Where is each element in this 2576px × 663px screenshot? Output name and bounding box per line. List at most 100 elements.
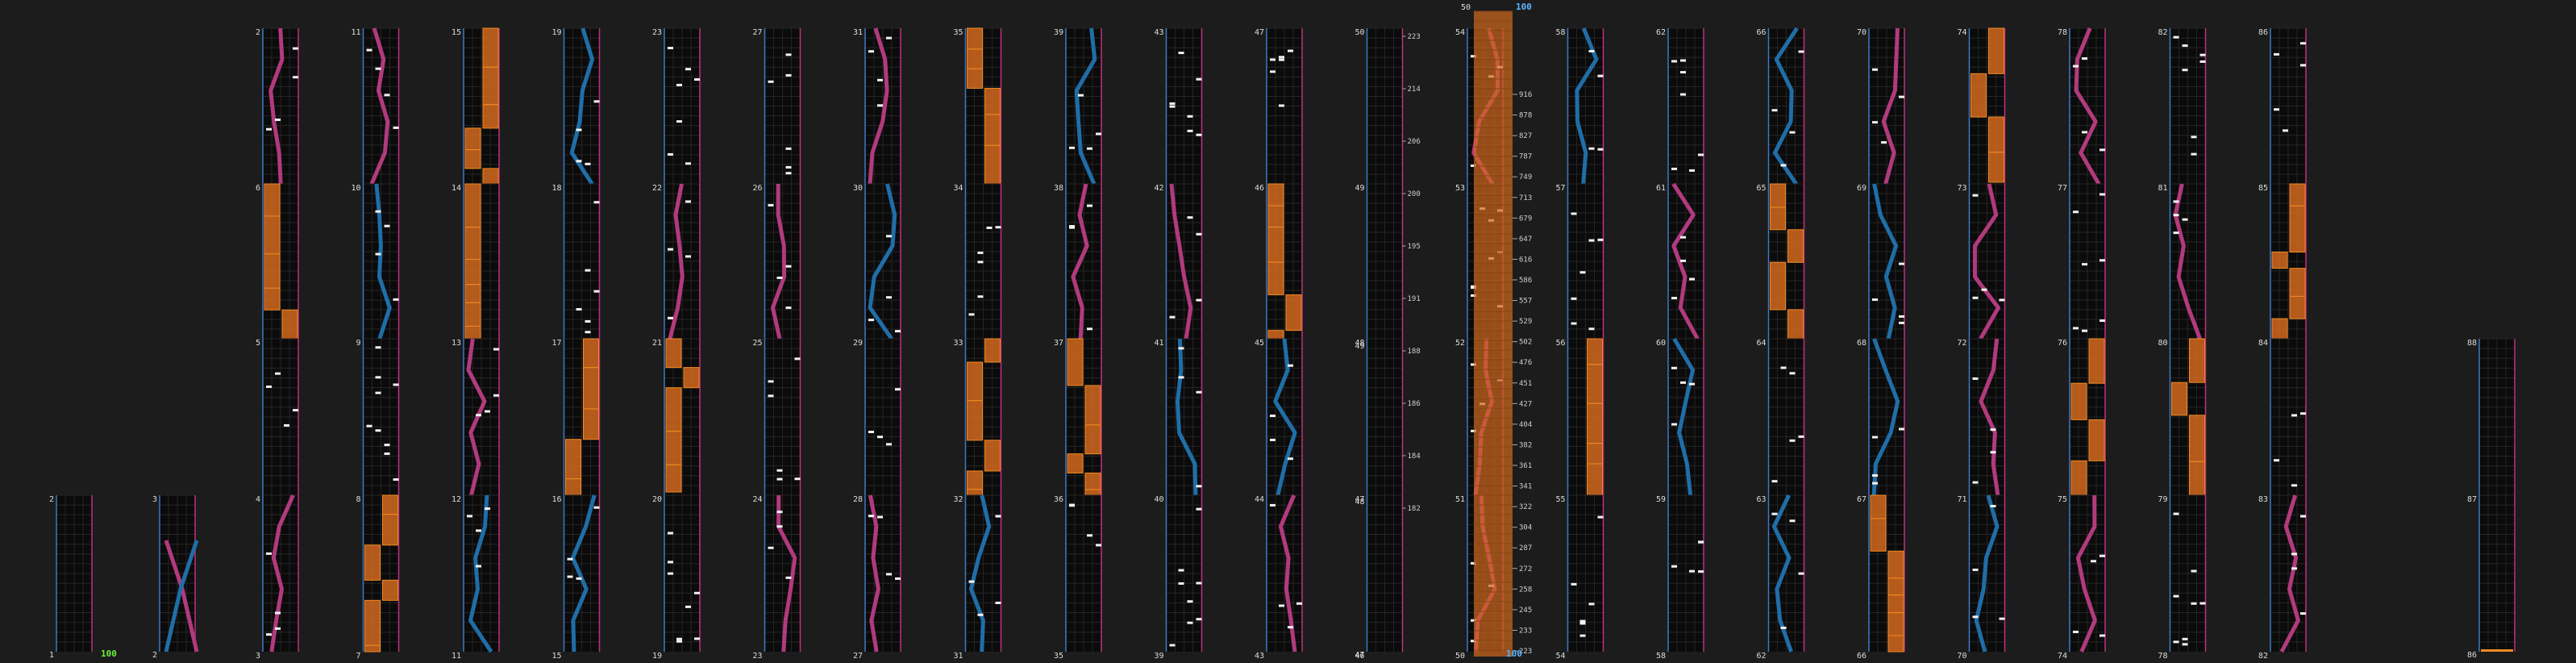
measure-number: 72: [1957, 339, 1966, 348]
measure-number: 43: [1154, 28, 1163, 37]
measure-number: 66: [1756, 28, 1766, 37]
measure-number: 63: [1756, 495, 1766, 504]
scale-tick-label: 502: [1519, 339, 1532, 347]
tap-note: [877, 78, 883, 81]
hold-note: [967, 361, 983, 402]
tap-note: [877, 515, 883, 519]
tap-note: [275, 118, 281, 121]
tempo-lane: [1366, 494, 1404, 652]
hold-note: [1988, 27, 2004, 74]
hold-note: [1067, 453, 1084, 473]
tap-note: [1671, 366, 1677, 369]
tap-note: [676, 120, 682, 123]
tap-note: [375, 346, 381, 349]
measure-number: 80: [2158, 339, 2167, 348]
tap-note: [1990, 505, 1996, 508]
measure-number: 35: [953, 28, 963, 37]
tap-note: [1789, 131, 1796, 134]
tap-note: [1698, 153, 1704, 156]
hold-note: [2481, 649, 2513, 652]
measure-number: 27: [853, 652, 863, 661]
tap-note: [1588, 603, 1595, 606]
tap-note: [2283, 129, 2288, 132]
tap-note: [2182, 637, 2188, 640]
tap-note: [1270, 415, 1276, 418]
tap-note: [877, 104, 883, 107]
hold-note: [2289, 183, 2306, 206]
measure-number: 84: [2258, 339, 2268, 348]
hold-note: [967, 68, 983, 89]
tap-note: [776, 276, 783, 279]
tap-note: [393, 126, 399, 129]
tap-note: [1680, 71, 1686, 74]
tap-note: [1270, 438, 1276, 441]
tap-note: [668, 47, 673, 50]
hold-note: [2289, 268, 2306, 297]
measure-number: 47: [1355, 651, 1364, 660]
tap-note: [1872, 473, 1878, 477]
tap-note: [1872, 436, 1878, 439]
measure-number: 37: [1054, 339, 1063, 348]
hold-note: [2171, 382, 2187, 416]
tempo-label: 191: [1408, 295, 1421, 303]
tap-note: [685, 200, 691, 203]
hold-note: [1870, 518, 1887, 552]
tap-note: [593, 100, 600, 103]
hold-note: [2088, 419, 2105, 461]
scale-tick-label: 258: [1519, 586, 1532, 594]
measure-number: 33: [953, 339, 963, 348]
tap-note: [2073, 211, 2079, 214]
measure-number: 19: [652, 652, 662, 661]
measure-number: 67: [1857, 495, 1866, 504]
scale-tick-label: 647: [1519, 236, 1532, 244]
measure-number: 73: [1957, 184, 1966, 193]
tap-note: [2082, 131, 2087, 134]
scale-tick-label: 233: [1519, 627, 1532, 635]
tap-note: [776, 469, 783, 472]
measure-lane: [362, 338, 400, 495]
tap-note: [1671, 297, 1677, 300]
tap-note: [1588, 327, 1595, 331]
tap-note: [895, 577, 901, 580]
scale-tick-label: 586: [1519, 277, 1532, 285]
hold-note: [2189, 461, 2205, 496]
tap-note: [1588, 49, 1595, 52]
tap-note: [1771, 109, 1778, 112]
hold-note: [482, 27, 499, 68]
tap-note: [393, 477, 399, 481]
tap-note: [1096, 132, 1101, 136]
tap-note: [2300, 412, 2306, 415]
measure-number: 62: [1656, 28, 1666, 37]
tap-note: [995, 515, 1001, 518]
hold-note: [665, 431, 682, 465]
tap-note: [785, 73, 792, 77]
tap-note: [1597, 238, 1604, 241]
tempo-label: 223: [1408, 33, 1421, 41]
tap-note: [384, 94, 390, 97]
measure-number: 7: [356, 652, 360, 661]
tap-note: [1270, 70, 1276, 73]
tap-note: [668, 152, 673, 156]
measure-number: 31: [853, 28, 863, 37]
measure-number: 3: [152, 495, 157, 504]
hold-note: [565, 478, 581, 496]
measure-number: 68: [1857, 339, 1866, 348]
tap-note: [2199, 53, 2206, 56]
tap-note: [968, 313, 975, 316]
measure-lane: [2069, 494, 2106, 652]
measure-number: 10: [351, 184, 360, 193]
measure-number: 50: [1455, 652, 1465, 661]
tap-note: [2073, 65, 2079, 68]
measure-number: 44: [1255, 495, 1264, 504]
hold-note: [364, 544, 381, 581]
hold-note: [264, 287, 281, 311]
measure-number: 49: [1355, 342, 1364, 351]
measure-number: 53: [1455, 184, 1465, 193]
tap-note: [1196, 618, 1202, 621]
measure-number: 48: [1355, 498, 1364, 507]
tap-note: [1196, 390, 1202, 394]
tap-note: [776, 511, 783, 514]
tap-note: [2300, 64, 2306, 67]
tap-note: [986, 226, 993, 229]
tap-note: [384, 224, 390, 227]
